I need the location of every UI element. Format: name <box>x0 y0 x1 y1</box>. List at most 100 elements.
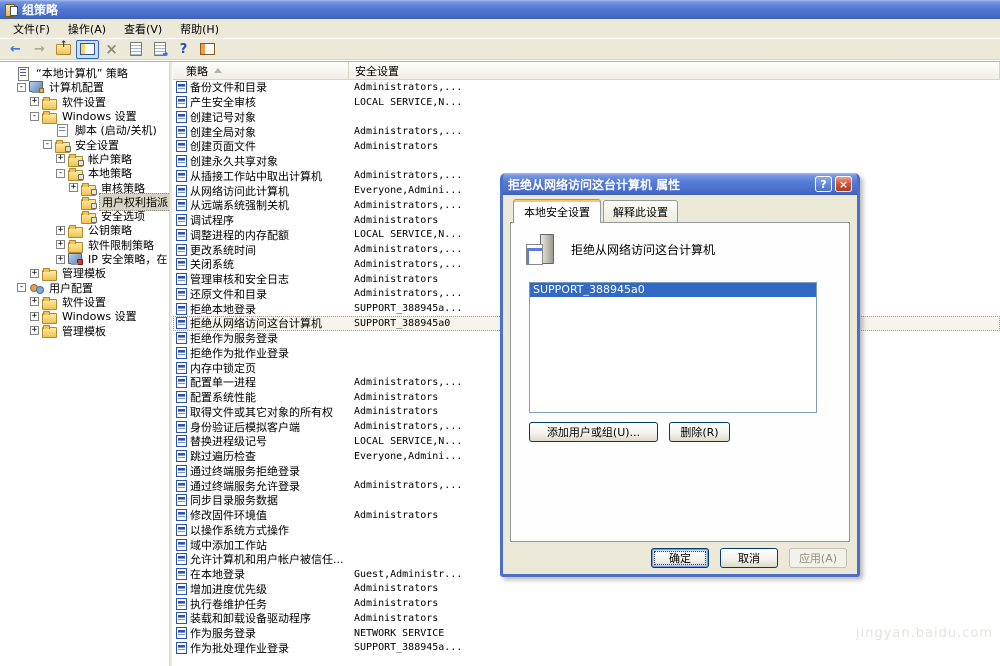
expand-icon[interactable]: + <box>56 154 65 163</box>
collapse-icon[interactable]: - <box>17 83 26 92</box>
table-row[interactable]: 创建全局对象Administrators,... <box>173 124 1000 139</box>
table-row[interactable]: 创建永久共享对象 <box>173 154 1000 169</box>
table-row[interactable]: 创建页面文件Administrators <box>173 139 1000 154</box>
tree-item[interactable]: +软件设置 <box>0 295 169 309</box>
column-header-security-setting[interactable]: 安全设置 <box>349 62 1000 79</box>
policy-doc-icon <box>176 244 187 256</box>
policy-name: 取得文件或其它对象的所有权 <box>190 404 333 420</box>
forward-icon[interactable]: → <box>28 40 51 59</box>
tree-item[interactable]: “本地计算机” 策略 <box>0 66 169 80</box>
tab-explain-this-setting[interactable]: 解释此设置 <box>603 200 678 222</box>
user-group-listbox[interactable]: SUPPORT_388945a0 <box>529 282 817 413</box>
list-item[interactable]: SUPPORT_388945a0 <box>530 283 816 297</box>
tree-item[interactable]: -Windows 设置 <box>0 109 169 123</box>
policy-name: 管理审核和安全日志 <box>190 271 289 287</box>
expand-icon[interactable]: + <box>30 97 39 106</box>
policy-doc-icon <box>176 317 187 329</box>
policy-doc-icon <box>176 81 187 93</box>
dialog-tabstrip: 本地安全设置解释此设置 <box>503 195 857 222</box>
expand-icon[interactable]: + <box>30 269 39 278</box>
back-icon[interactable]: ← <box>4 40 27 59</box>
cancel-button[interactable]: 取消 <box>720 548 778 568</box>
tree-item[interactable]: -用户配置 <box>0 280 169 294</box>
policy-doc-icon <box>176 421 187 433</box>
tree-item[interactable]: +Windows 设置 <box>0 309 169 323</box>
tab-local-security-setting[interactable]: 本地安全设置 <box>513 199 601 223</box>
policy-name: 作为批处理作业登录 <box>190 640 289 656</box>
policy-doc-icon <box>176 612 187 624</box>
policy-doc-icon <box>176 376 187 388</box>
tree-item[interactable]: +管理模板 <box>0 266 169 280</box>
table-row[interactable]: 创建记号对象 <box>173 110 1000 125</box>
tree-item[interactable]: -计算机配置 <box>0 80 169 94</box>
help-icon[interactable]: ? <box>172 40 195 59</box>
computer-icon <box>29 81 44 93</box>
column-header-policy[interactable]: 策略 <box>173 62 349 79</box>
expand-icon[interactable]: + <box>69 183 78 192</box>
policy-name: 更改系统时间 <box>190 242 256 258</box>
menu-file[interactable]: 文件(F) <box>4 19 59 39</box>
expand-icon[interactable]: + <box>30 297 39 306</box>
menu-view[interactable]: 查看(V) <box>115 19 171 39</box>
tree-item[interactable]: -本地策略 <box>0 166 169 180</box>
folderlock-icon <box>68 167 83 179</box>
up-one-level-icon[interactable] <box>52 40 75 59</box>
folder-icon <box>68 239 83 251</box>
policy-name: 配置系统性能 <box>190 389 256 405</box>
expand-icon[interactable]: + <box>56 240 65 249</box>
collapse-icon[interactable]: - <box>17 283 26 292</box>
folderlock-icon <box>81 210 96 222</box>
tree-item[interactable]: +软件限制策略 <box>0 238 169 252</box>
policy-doc-icon <box>176 391 187 403</box>
security-setting-value: Administrators <box>349 598 1000 609</box>
policy-doc-icon <box>176 583 187 595</box>
policy-name: 拒绝从网络访问这台计算机 <box>190 315 322 331</box>
folder-icon <box>42 267 57 279</box>
dialog-titlebar[interactable]: 拒绝从网络访问这台计算机 属性 ? × <box>503 173 857 195</box>
context-help-icon[interactable] <box>196 40 219 59</box>
expand-icon[interactable]: + <box>30 326 39 335</box>
show-hide-console-tree-icon[interactable] <box>76 40 99 59</box>
table-row[interactable]: 产生安全审核LOCAL SERVICE,N... <box>173 95 1000 110</box>
menu-action[interactable]: 操作(A) <box>59 19 115 39</box>
tree-item[interactable]: +软件设置 <box>0 95 169 109</box>
window-title: 组策略 <box>22 1 58 18</box>
tree-item[interactable]: +帐户策略 <box>0 152 169 166</box>
export-list-icon[interactable] <box>148 40 171 59</box>
expand-icon[interactable]: + <box>56 226 65 235</box>
menu-help[interactable]: 帮助(H) <box>171 19 228 39</box>
security-setting-value: LOCAL SERVICE,N... <box>349 97 1000 108</box>
dialog-help-icon[interactable]: ? <box>815 176 832 192</box>
policy-name: 调整进程的内存配额 <box>190 227 289 243</box>
policy-name: 调试程序 <box>190 212 234 228</box>
properties-icon[interactable] <box>124 40 147 59</box>
remove-button[interactable]: 删除(R) <box>669 422 730 442</box>
add-user-or-group-button[interactable]: 添加用户或组(U)... <box>529 422 658 442</box>
collapse-icon[interactable]: - <box>30 112 39 121</box>
watermark: jingyan.baidu.com <box>856 626 993 641</box>
ok-button[interactable]: 确定 <box>651 548 709 568</box>
table-row[interactable]: 执行卷维护任务Administrators <box>173 596 1000 611</box>
tree-item[interactable]: 脚本 (启动/关机) <box>0 123 169 137</box>
table-row[interactable]: 作为批处理作业登录SUPPORT_388945a... <box>173 641 1000 656</box>
table-row[interactable]: 备份文件和目录Administrators,... <box>173 80 1000 95</box>
table-row[interactable]: 装载和卸载设备驱动程序Administrators <box>173 611 1000 626</box>
expand-icon[interactable]: + <box>30 312 39 321</box>
tree-item[interactable]: +IP 安全策略，在 <box>0 252 169 266</box>
collapse-icon[interactable]: - <box>43 140 52 149</box>
tree-item[interactable]: -安全设置 <box>0 137 169 151</box>
table-row[interactable]: 增加进度优先级Administrators <box>173 582 1000 597</box>
window-titlebar[interactable]: 组策略 <box>0 0 1000 19</box>
tree-item[interactable]: +公钥策略 <box>0 223 169 237</box>
tree-item[interactable]: 安全选项 <box>0 209 169 223</box>
folderlock-icon <box>68 153 83 165</box>
tree-item[interactable]: 用户权利指派 <box>0 195 169 209</box>
policy-name: 从远端系统强制关机 <box>190 197 289 213</box>
dialog-close-icon[interactable]: × <box>835 176 852 192</box>
expand-icon[interactable]: + <box>56 255 65 264</box>
folder-icon <box>42 110 57 122</box>
policy-doc-icon <box>176 627 187 639</box>
collapse-icon[interactable]: - <box>56 169 65 178</box>
tree-item[interactable]: +管理模板 <box>0 323 169 337</box>
delete-icon[interactable]: × <box>100 40 123 59</box>
